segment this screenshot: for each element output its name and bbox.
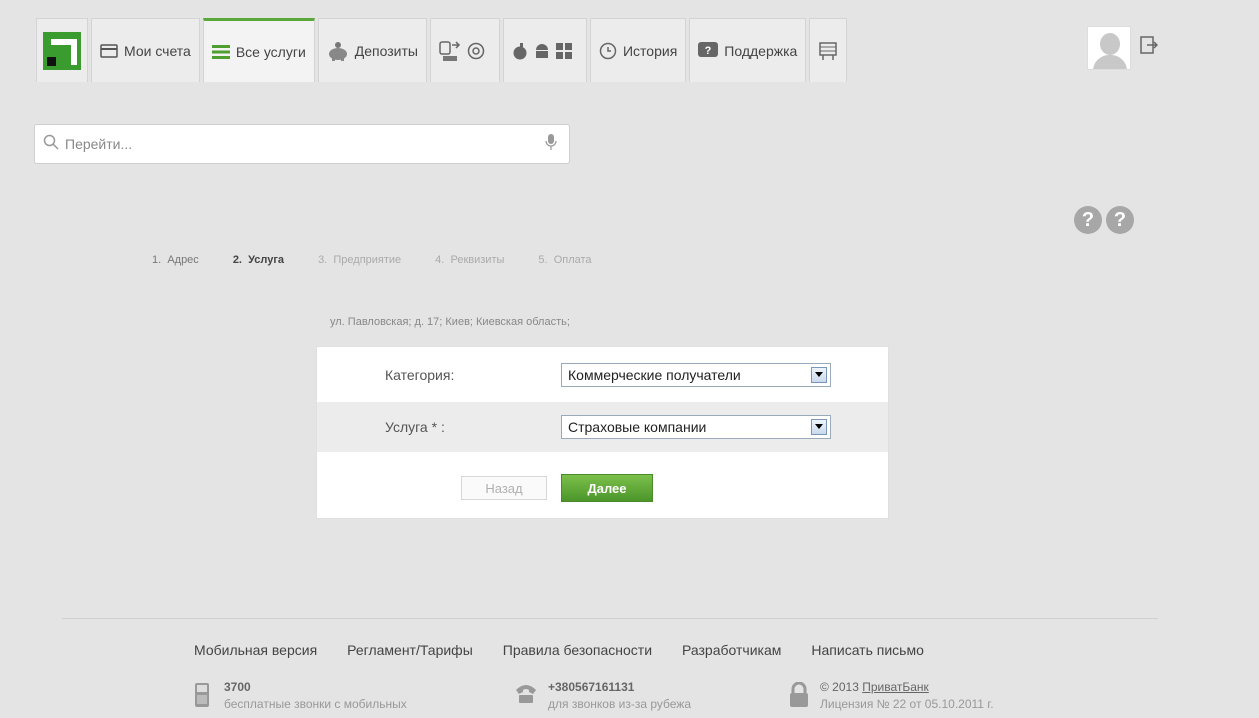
footer-link-mobile[interactable]: Мобильная версия bbox=[194, 642, 317, 658]
selected-address: ул. Павловская; д. 17; Киев; Киевская об… bbox=[330, 316, 570, 328]
history-icon bbox=[599, 42, 617, 60]
user-avatar[interactable] bbox=[1087, 26, 1131, 70]
step-label: Услуга bbox=[248, 254, 285, 266]
cart-icon bbox=[818, 41, 838, 61]
service-row: Услуга * : Страховые компании bbox=[317, 402, 888, 452]
video-help-icon[interactable]: ? bbox=[1074, 206, 1102, 234]
footer-link-security[interactable]: Правила безопасности bbox=[503, 642, 652, 658]
service-select[interactable]: Страховые компании bbox=[561, 415, 831, 439]
tab-label: Все услуги bbox=[235, 43, 306, 60]
microphone-icon[interactable] bbox=[545, 133, 557, 156]
tab-shop[interactable] bbox=[809, 18, 848, 82]
next-button[interactable]: Далее bbox=[561, 474, 653, 502]
tab-history[interactable]: История bbox=[589, 18, 687, 82]
step-number: 3. bbox=[318, 254, 328, 266]
search-input[interactable] bbox=[59, 125, 545, 163]
tab-my-accounts[interactable]: Мои счета bbox=[91, 18, 200, 82]
avatar-body bbox=[1093, 55, 1127, 69]
wizard-steps: 1. Адрес 2. Услуга 3. Предприятие 4. Рек… bbox=[152, 254, 626, 266]
tab-all-services[interactable]: Все услуги bbox=[202, 18, 315, 82]
footer-link-write[interactable]: Написать письмо bbox=[811, 642, 923, 658]
footer-link-tariffs[interactable]: Регламент/Тарифы bbox=[347, 642, 473, 658]
help-icon[interactable]: ? bbox=[1106, 206, 1134, 234]
step-requisites: 4. Реквизиты bbox=[435, 254, 504, 266]
support-icon: ? bbox=[698, 41, 719, 60]
tab-mobile-apps[interactable] bbox=[502, 18, 587, 82]
copyright: © 2013 ПриватБанк bbox=[820, 680, 994, 694]
step-service: 2. Услуга bbox=[233, 254, 284, 266]
tab-transfers[interactable] bbox=[429, 18, 500, 82]
step-label: Адрес bbox=[167, 254, 199, 266]
license-text: Лицензия № 22 от 05.10.2011 г. bbox=[820, 697, 994, 711]
service-value: Страховые компании bbox=[568, 419, 707, 435]
category-label: Категория: bbox=[385, 366, 455, 383]
footer-divider bbox=[62, 618, 1158, 619]
intl-phone-number: +380567161131 bbox=[548, 680, 635, 694]
tab-label: Депозиты bbox=[354, 42, 418, 59]
help-icons: ? ? bbox=[1074, 206, 1134, 234]
step-label: Оплата bbox=[553, 254, 592, 266]
windows-icon bbox=[555, 42, 572, 59]
avatar-head bbox=[1100, 33, 1120, 55]
service-label: Услуга * : bbox=[385, 419, 445, 435]
android-icon bbox=[534, 42, 550, 60]
search-icon bbox=[43, 134, 59, 155]
tab-deposits[interactable]: Депозиты bbox=[317, 18, 427, 82]
mobile-phone-icon bbox=[192, 682, 214, 711]
tab-label: Поддержка bbox=[724, 42, 798, 59]
footer-links: Мобильная версия Регламент/Тарифы Правил… bbox=[194, 642, 954, 658]
step-label: Реквизиты bbox=[450, 254, 505, 266]
back-button[interactable]: Назад bbox=[461, 476, 547, 500]
lock-icon bbox=[788, 681, 810, 711]
telephone-icon bbox=[514, 682, 538, 711]
footer-link-developers[interactable]: Разработчикам bbox=[682, 642, 781, 658]
category-select[interactable]: Коммерческие получатели bbox=[561, 362, 831, 387]
svg-text:?: ? bbox=[705, 45, 712, 57]
apple-icon bbox=[512, 42, 528, 60]
category-row: Категория: Коммерческие получатели bbox=[317, 347, 888, 402]
dropdown-arrow-icon bbox=[811, 366, 827, 383]
step-enterprise: 3. Предприятие bbox=[318, 254, 401, 266]
step-label: Предприятие bbox=[333, 254, 402, 266]
piggy-bank-icon bbox=[327, 41, 349, 61]
dropdown-arrow-icon bbox=[811, 419, 827, 435]
globe-icon bbox=[467, 42, 485, 60]
main-tabbar: Мои счета Все услуги Депозиты История ? … bbox=[36, 18, 850, 82]
step-number: 5. bbox=[538, 254, 548, 266]
step-address[interactable]: 1. Адрес bbox=[152, 254, 199, 266]
card-icon bbox=[100, 43, 118, 58]
intl-phone-note: для звонков из-за рубежа bbox=[548, 697, 692, 711]
tab-label: История bbox=[622, 42, 678, 59]
step-payment: 5. Оплата bbox=[538, 254, 591, 266]
step-number: 2. bbox=[232, 254, 242, 266]
form-buttons: Назад Далее bbox=[461, 474, 653, 502]
short-phone-number: 3700 bbox=[224, 680, 251, 694]
home-logo-tab[interactable] bbox=[36, 18, 88, 82]
tab-support[interactable]: ? Поддержка bbox=[689, 18, 807, 82]
copyright-text: © 2013 bbox=[820, 680, 859, 694]
contact-intl: +380567161131 для звонков из-за рубежа bbox=[514, 680, 691, 711]
list-icon bbox=[211, 44, 230, 59]
category-value: Коммерческие получатели bbox=[568, 366, 741, 383]
logout-icon[interactable] bbox=[1140, 36, 1159, 59]
short-phone-note: бесплатные звонки с мобильных bbox=[224, 697, 407, 711]
service-form: Категория: Коммерческие получатели Услуг… bbox=[316, 346, 889, 519]
step-number: 1. bbox=[152, 254, 162, 266]
contact-license: © 2013 ПриватБанк Лицензия № 22 от 05.10… bbox=[788, 680, 994, 711]
search-box bbox=[34, 124, 570, 164]
contact-mobile: 3700 бесплатные звонки с мобильных bbox=[192, 680, 407, 711]
bank-link[interactable]: ПриватБанк bbox=[862, 680, 929, 694]
tab-label: Мои счета bbox=[124, 42, 191, 59]
step-number: 4. bbox=[435, 254, 445, 266]
privatbank-logo bbox=[43, 31, 81, 70]
transfer-icon bbox=[439, 40, 461, 62]
